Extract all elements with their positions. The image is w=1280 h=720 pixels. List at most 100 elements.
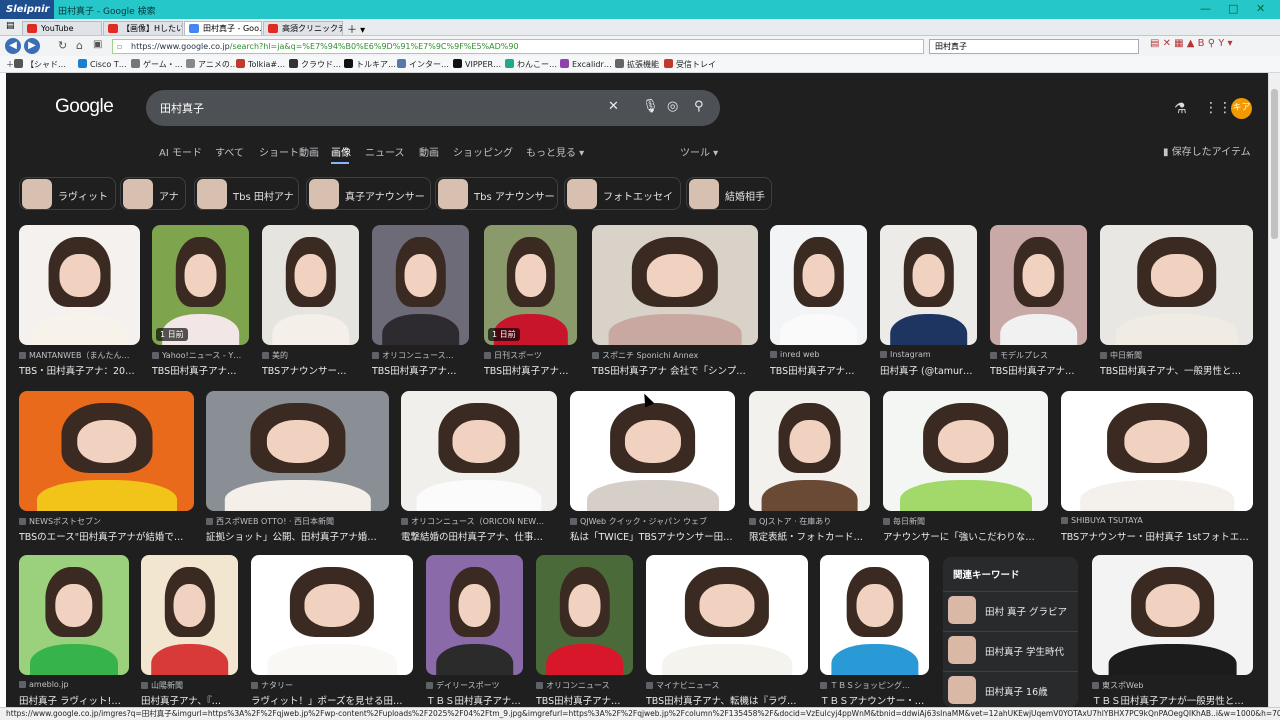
bookmark-item[interactable]: VIPPER… xyxy=(453,59,501,69)
result-source[interactable]: オリコンニュース… xyxy=(372,350,469,361)
result-source[interactable]: 山陽新聞 xyxy=(141,680,238,691)
result-title[interactable]: ラヴィット！」ポーズを見せる田… xyxy=(251,693,413,707)
page-scrollbar[interactable] xyxy=(1268,73,1280,707)
minimize-button[interactable]: — xyxy=(1200,2,1211,15)
result-source[interactable]: 美的 xyxy=(262,350,359,361)
result-thumbnail[interactable] xyxy=(570,391,735,511)
filter-images[interactable]: 画像 xyxy=(331,144,351,159)
result-source[interactable]: SHIBUYA TSUTAYA xyxy=(1061,516,1253,525)
result-source[interactable]: 毎日新聞 xyxy=(883,516,1048,527)
result-source[interactable]: Yahoo!ニュース - Y… xyxy=(152,350,249,361)
scrollbar-thumb[interactable] xyxy=(1271,89,1278,239)
tab-menu-icon[interactable]: ▤ xyxy=(6,21,15,31)
result-title[interactable]: TBS・田村真子アナ：20… xyxy=(19,363,140,377)
result-thumbnail[interactable] xyxy=(426,555,523,675)
chip-tbs-tamura-ana[interactable]: Tbs 田村アナ xyxy=(194,177,299,210)
result-title[interactable]: TBS田村真子アナ、一般男性と… xyxy=(1100,363,1253,377)
image-result[interactable]: MANTANWEB（まんたん… TBS・田村真子アナ：20… xyxy=(19,225,140,377)
bookmark-item[interactable]: Cisco T… xyxy=(78,59,127,69)
result-thumbnail[interactable] xyxy=(749,391,870,511)
filter-ai-mode[interactable]: AI モード xyxy=(159,144,202,159)
result-thumbnail[interactable] xyxy=(820,555,929,675)
tab-takasu-clinic[interactable]: 高須クリニックチャ… xyxy=(263,21,343,35)
image-result[interactable]: マイナビニュース TBS田村真子アナ、転機は『ラヴ… xyxy=(646,555,808,707)
image-result[interactable]: SHIBUYA TSUTAYA TBSアナウンサー・田村真子 1stフォトエ… xyxy=(1061,391,1253,543)
image-result[interactable]: 中日新聞 TBS田村真子アナ、一般男性と… xyxy=(1100,225,1253,377)
new-tab-button[interactable]: ＋ ▾ xyxy=(347,21,365,36)
extension-toolbar-icons[interactable]: ▤ ✕ ▦ ▲ B ⚲ Y ▾ xyxy=(1150,38,1233,49)
result-title[interactable]: 限定表紙・フォトカード… xyxy=(749,529,870,543)
result-thumbnail[interactable] xyxy=(1061,391,1253,511)
result-thumbnail[interactable] xyxy=(141,555,238,675)
result-source[interactable]: QJWeb クイック・ジャパン ウェブ xyxy=(570,516,735,527)
image-result[interactable]: モデルプレス TBS田村真子アナ… xyxy=(990,225,1087,377)
result-title[interactable]: TBS田村真子アナ… xyxy=(484,363,577,377)
result-thumbnail[interactable] xyxy=(646,555,808,675)
result-title[interactable]: TBS田村真子アナ… xyxy=(536,693,633,707)
tab-youtube[interactable]: YouTube xyxy=(22,21,102,35)
result-title[interactable]: 証拠ショット」公開、田村真子アナ婚… xyxy=(206,529,389,543)
result-title[interactable]: TBSアナウンサー・田村真子 1stフォトエ… xyxy=(1061,529,1253,543)
result-title[interactable]: 田村真子アナ、『… xyxy=(141,693,238,707)
image-result[interactable]: デイリースポーツ ＴＢＳ田村真子アナ… xyxy=(426,555,523,707)
result-thumbnail[interactable] xyxy=(1100,225,1253,345)
image-result[interactable]: ameblo.jp 田村真子 ラヴィット!… xyxy=(19,555,129,707)
chip-tbs-announcer[interactable]: Tbs アナウンサー xyxy=(435,177,558,210)
result-title[interactable]: TBS田村真子アナ… xyxy=(770,363,867,377)
image-result[interactable]: オリコンニュース（ORICON NEW… 電撃結婚の田村真子アナ、仕事… xyxy=(401,391,557,543)
image-result[interactable]: 1 日前 日刊スポーツ TBS田村真子アナ… xyxy=(484,225,577,377)
result-thumbnail[interactable] xyxy=(883,391,1048,511)
result-source[interactable]: ナタリー xyxy=(251,680,413,691)
bookmark-item[interactable]: Tolkia#… xyxy=(236,59,285,69)
filter-news[interactable]: ニュース xyxy=(365,144,405,159)
avatar[interactable]: キア xyxy=(1231,98,1252,119)
image-result[interactable]: 西スポWEB OTTO! · 西日本新聞 証拠ショット」公開、田村真子アナ婚… xyxy=(206,391,389,543)
result-title[interactable]: TBSのエース"田村真子アナが結婚で… xyxy=(19,529,194,543)
result-thumbnail[interactable] xyxy=(1092,555,1253,675)
reload-icon[interactable]: ↻ xyxy=(58,39,67,52)
lens-icon[interactable]: ◎ xyxy=(667,99,678,114)
result-source[interactable]: スポニチ Sponichi Annex xyxy=(592,350,758,361)
result-title[interactable]: ＴＢＳ田村真子アナが一般男性と… xyxy=(1092,693,1253,707)
bookmark-item[interactable]: ゲーム・… xyxy=(131,59,183,70)
bookmark-item[interactable]: 【シャド… xyxy=(14,59,66,70)
image-result[interactable]: QJストア · 在庫あり 限定表紙・フォトカード… xyxy=(749,391,870,543)
bookmark-item[interactable]: インター… xyxy=(397,59,449,70)
result-source[interactable]: マイナビニュース xyxy=(646,680,808,691)
image-result[interactable]: オリコンニュース TBS田村真子アナ… xyxy=(536,555,633,707)
tab-image-article[interactable]: 【画像】Hしたい女… xyxy=(103,21,183,35)
result-thumbnail[interactable] xyxy=(372,225,469,345)
image-result[interactable]: Instagram 田村真子 (@tamur… xyxy=(880,225,977,377)
result-thumbnail[interactable] xyxy=(401,391,557,511)
maximize-button[interactable]: □ xyxy=(1228,2,1238,15)
add-bookmark-icon[interactable]: ＋ xyxy=(6,59,14,70)
result-thumbnail[interactable] xyxy=(770,225,867,345)
result-source[interactable]: 中日新聞 xyxy=(1100,350,1253,361)
result-source[interactable]: ＴＢＳショッピング… xyxy=(820,680,929,691)
image-result[interactable]: ナタリーラヴィット！」ポーズを見せる田… xyxy=(251,555,413,707)
result-thumbnail[interactable] xyxy=(19,555,129,675)
result-title[interactable]: TBS田村真子アナ… xyxy=(990,363,1087,377)
labs-icon[interactable]: ⚗ xyxy=(1174,101,1187,117)
result-source[interactable]: オリコンニュース（ORICON NEW… xyxy=(401,516,557,527)
result-thumbnail[interactable] xyxy=(990,225,1087,345)
result-title[interactable]: 田村真子 (@tamur… xyxy=(880,363,977,377)
result-thumbnail[interactable] xyxy=(19,225,140,345)
result-thumbnail[interactable] xyxy=(880,225,977,345)
result-thumbnail[interactable] xyxy=(206,391,389,511)
bookmark-item[interactable]: 拡張機能 xyxy=(615,59,659,70)
result-title[interactable]: ＴＢＳアナウンサー・… xyxy=(820,693,929,707)
saved-items-link[interactable]: ▮ 保存したアイテム xyxy=(1163,143,1251,158)
image-result[interactable]: ＴＢＳショッピング… ＴＢＳアナウンサー・… xyxy=(820,555,929,707)
result-title[interactable]: TBS田村真子アナ 会社で「シンプ… xyxy=(592,363,758,377)
back-icon[interactable]: ◀ xyxy=(5,38,21,54)
result-title[interactable]: 電撃結婚の田村真子アナ、仕事… xyxy=(401,529,557,543)
google-logo[interactable]: Google xyxy=(55,96,114,118)
apps-grid-icon[interactable]: ⋮⋮ xyxy=(1204,100,1232,116)
result-thumbnail[interactable] xyxy=(536,555,633,675)
filter-all[interactable]: すべて xyxy=(215,144,244,159)
tab-google-search[interactable]: 田村真子 - Goo… xyxy=(184,21,262,35)
result-source[interactable]: ameblo.jp xyxy=(19,680,129,689)
image-result[interactable]: NEWSポストセブン TBSのエース"田村真子アナが結婚で… xyxy=(19,391,194,543)
result-source[interactable]: オリコンニュース xyxy=(536,680,633,691)
